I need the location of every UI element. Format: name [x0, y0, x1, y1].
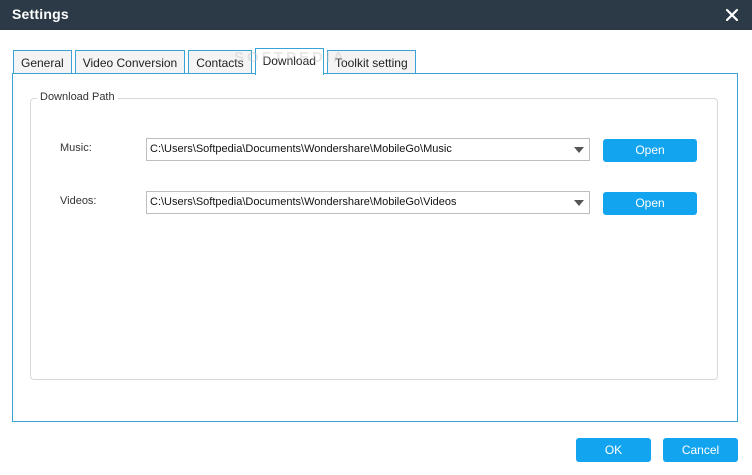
window-title: Settings: [12, 6, 69, 22]
download-path-group: Download Path Music: C:\Users\Softpedia\…: [30, 91, 718, 380]
group-title: Download Path: [37, 91, 118, 103]
videos-path-value: C:\Users\Softpedia\Documents\Wondershare…: [150, 196, 457, 208]
tab-general[interactable]: General: [13, 50, 72, 74]
tab-toolkit-setting[interactable]: Toolkit setting: [326, 50, 416, 74]
chevron-down-icon[interactable]: [574, 200, 584, 206]
music-path-dropdown[interactable]: C:\Users\Softpedia\Documents\Wondershare…: [146, 138, 590, 161]
tab-contacts[interactable]: Contacts: [188, 50, 252, 74]
music-label: Music:: [60, 142, 92, 154]
music-open-button[interactable]: Open: [603, 139, 697, 162]
close-icon[interactable]: [724, 7, 740, 23]
tab-video-conversion[interactable]: Video Conversion: [74, 50, 186, 74]
videos-path-dropdown[interactable]: C:\Users\Softpedia\Documents\Wondershare…: [146, 191, 590, 214]
cancel-button[interactable]: Cancel: [663, 438, 738, 462]
videos-open-button[interactable]: Open: [603, 192, 697, 215]
tab-download[interactable]: Download: [254, 48, 324, 75]
videos-label: Videos:: [60, 195, 97, 207]
music-path-value: C:\Users\Softpedia\Documents\Wondershare…: [150, 143, 452, 155]
settings-tabs: General Video Conversion Contacts Downlo…: [13, 48, 419, 75]
ok-button[interactable]: OK: [576, 438, 651, 462]
title-bar: Settings: [0, 0, 752, 30]
chevron-down-icon[interactable]: [574, 147, 584, 153]
download-panel: Download Path Music: C:\Users\Softpedia\…: [12, 73, 738, 422]
